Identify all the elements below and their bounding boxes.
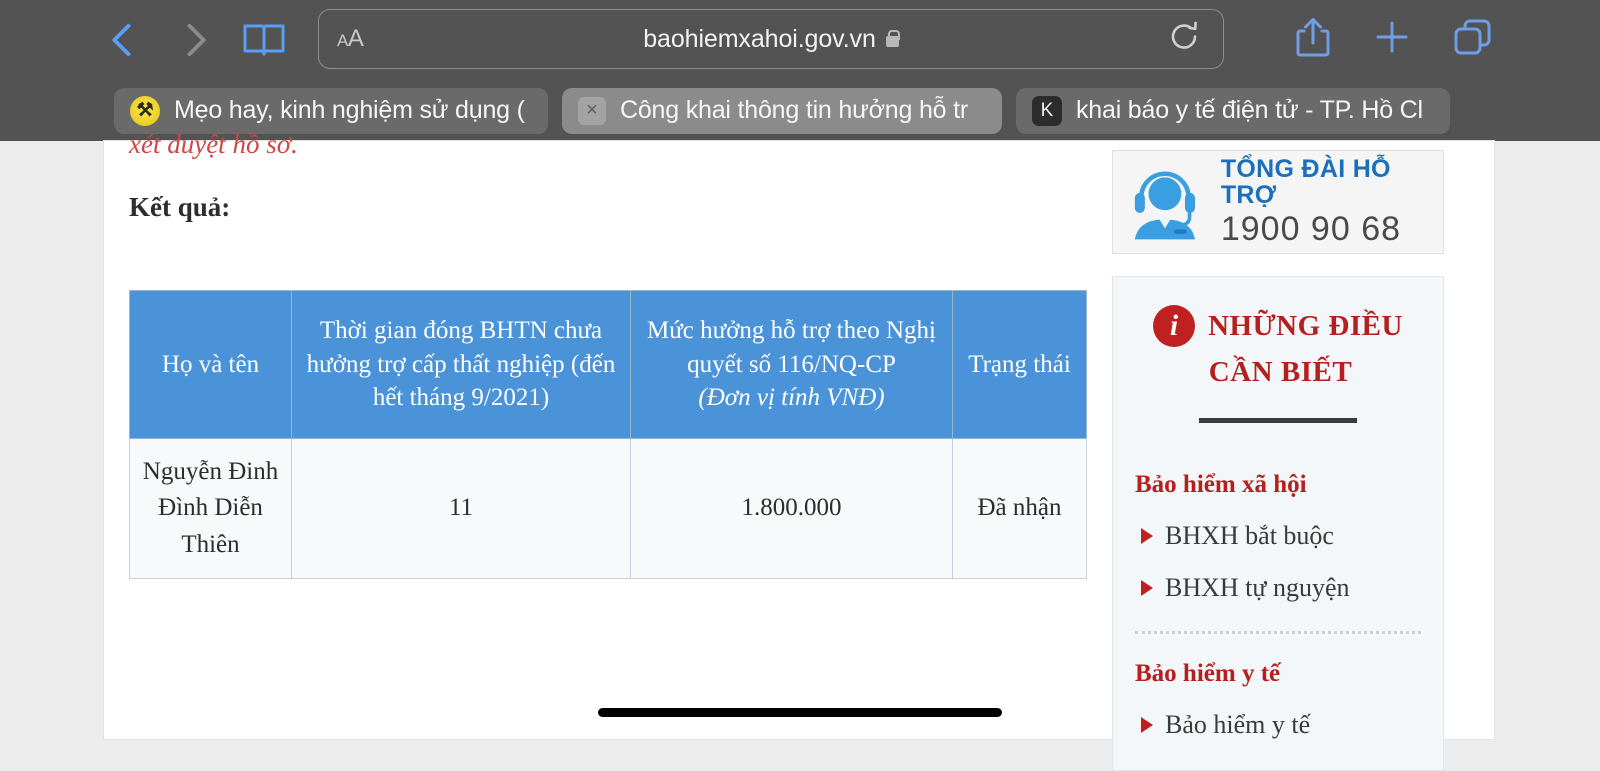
info-box: i NHỮNG ĐIỀU CẦN BIẾT Bảo hiểm xã hội BH… (1112, 276, 1444, 771)
sidebar-link-bhxh-tu-nguyen[interactable]: BHXH tự nguyện (1135, 573, 1421, 603)
text-size-button[interactable]: AA (337, 25, 364, 53)
tab-item-2[interactable]: K khai báo y tế điện tử - TP. Hồ Cl (1016, 87, 1450, 134)
plus-icon (1376, 21, 1408, 52)
share-button[interactable] (1294, 15, 1332, 64)
triangle-bullet-icon (1141, 716, 1153, 733)
info-box-title: NHỮNG ĐIỀU CẦN BIẾT (1208, 303, 1403, 396)
bookmarks-button[interactable] (238, 14, 290, 66)
lock-icon (885, 29, 901, 47)
link-label: Bảo hiểm y tế (1165, 709, 1311, 739)
tab-item-0[interactable]: ⚒ Mẹo hay, kinh nghiệm sử dụng ( (114, 87, 548, 134)
group-title: Bảo hiểm xã hội (1135, 470, 1307, 498)
sidebar-link-bao-hiem-y-te[interactable]: Bảo hiểm y tế (1135, 710, 1421, 740)
url-text: baohiemxahoi.gov.vn (643, 24, 876, 53)
info-box-title-line1: NHỮNG ĐIỀU (1208, 310, 1403, 342)
forward-button[interactable] (166, 14, 218, 66)
close-icon[interactable]: × (578, 96, 606, 125)
address-bar[interactable]: AA baohiemxahoi.gov.vn (318, 9, 1224, 69)
table-header-amount-text: Mức hưởng hỗ trợ theo Nghị quyết số 116/… (647, 316, 936, 378)
section-divider (1135, 630, 1421, 634)
tab-title: Công khai thông tin hưởng hỗ tr (620, 96, 968, 124)
tab-title: Mẹo hay, kinh nghiệm sử dụng ( (174, 96, 525, 124)
cell-status: Đã nhận (952, 438, 1087, 579)
back-button[interactable] (100, 14, 152, 66)
table-header-duration: Thời gian đóng BHTN chưa hưởng trợ cấp t… (291, 290, 631, 439)
cell-name: Nguyễn Đinh Đình Diễn Thiên (129, 438, 292, 579)
chevron-right-icon (182, 22, 202, 58)
note-text: xét duyệt hồ sơ. (129, 129, 298, 159)
result-table: Họ và tên Thời gian đóng BHTN chưa hưởng… (129, 290, 1087, 579)
k-square-favicon-icon: K (1032, 95, 1062, 126)
main-content-column: xét duyệt hồ sơ. Kết quả: Họ và tên Thời… (129, 129, 1109, 579)
table-header-row: Họ và tên Thời gian đóng BHTN chưa hưởng… (129, 290, 1087, 439)
table-header-name: Họ và tên (129, 290, 292, 439)
reload-button[interactable] (1167, 20, 1201, 59)
sidebar: TỔNG ĐÀI HỖ TRỢ 1900 90 68 i NHỮNG ĐIỀU … (1112, 150, 1444, 771)
tab-item-1[interactable]: × Công khai thông tin hưởng hỗ tr (562, 87, 1002, 134)
yellow-circle-favicon-icon: ⚒ (130, 95, 160, 126)
title-divider (1199, 417, 1357, 423)
tab-title: khai báo y tế điện tử - TP. Hồ Cl (1076, 96, 1423, 124)
share-icon (1296, 17, 1330, 56)
cell-months: 11 (291, 438, 631, 579)
info-circle-icon: i (1153, 305, 1196, 347)
headset-agent-icon (1134, 171, 1195, 240)
table-header-amount-unit: (Đơn vị tính VNĐ) (698, 384, 885, 412)
link-label: BHXH bắt buộc (1165, 520, 1334, 550)
page-viewport: xét duyệt hồ sơ. Kết quả: Họ và tên Thời… (0, 129, 1600, 771)
browser-chrome: AA baohiemxahoi.gov.vn ⚒ Mẹo hay, kinh n… (0, 0, 1600, 141)
chevron-left-icon (116, 22, 136, 58)
browser-toolbar: AA baohiemxahoi.gov.vn (0, 0, 1600, 80)
hotline-title: TỔNG ĐÀI HỖ TRỢ (1220, 154, 1391, 210)
link-group-social-insurance: Bảo hiểm xã hội BHXH bắt buộc BHXH tự ng… (1135, 471, 1421, 603)
sidebar-link-bhxh-bat-buoc[interactable]: BHXH bắt buộc (1135, 521, 1421, 551)
book-icon (243, 24, 285, 56)
info-box-header: i NHỮNG ĐIỀU CẦN BIẾT (1135, 303, 1421, 396)
new-tab-button[interactable] (1374, 19, 1410, 60)
cell-amount: 1.800.000 (630, 438, 953, 579)
link-label: BHXH tự nguyện (1165, 572, 1350, 602)
url-display: baohiemxahoi.gov.vn (319, 25, 1223, 54)
result-label: Kết quả: (129, 192, 231, 222)
table-row: Nguyễn Đinh Đình Diễn Thiên 11 1.800.000… (129, 438, 1087, 579)
home-indicator[interactable] (598, 708, 1002, 717)
hotline-banner[interactable]: TỔNG ĐÀI HỖ TRỢ 1900 90 68 (1112, 150, 1444, 254)
table-header-amount: Mức hưởng hỗ trợ theo Nghị quyết số 116/… (630, 290, 953, 439)
info-box-title-line2: CẦN BIẾT (1208, 356, 1353, 389)
tabs-icon (1454, 19, 1491, 54)
triangle-bullet-icon (1141, 527, 1153, 544)
page-canvas: xét duyệt hồ sơ. Kết quả: Họ và tên Thời… (104, 129, 1494, 771)
triangle-bullet-icon (1141, 579, 1153, 596)
reload-icon (1171, 21, 1197, 49)
group-title: Bảo hiểm y tế (1135, 659, 1281, 687)
tabs-overview-button[interactable] (1452, 17, 1494, 62)
link-group-health-insurance: Bảo hiểm y tế Bảo hiểm y tế (1135, 660, 1421, 740)
table-header-status: Trạng thái (952, 290, 1087, 439)
toolbar-right-icons (1294, 9, 1494, 69)
hotline-text: TỔNG ĐÀI HỖ TRỢ 1900 90 68 (1221, 156, 1433, 248)
hotline-number: 1900 90 68 (1220, 210, 1402, 249)
